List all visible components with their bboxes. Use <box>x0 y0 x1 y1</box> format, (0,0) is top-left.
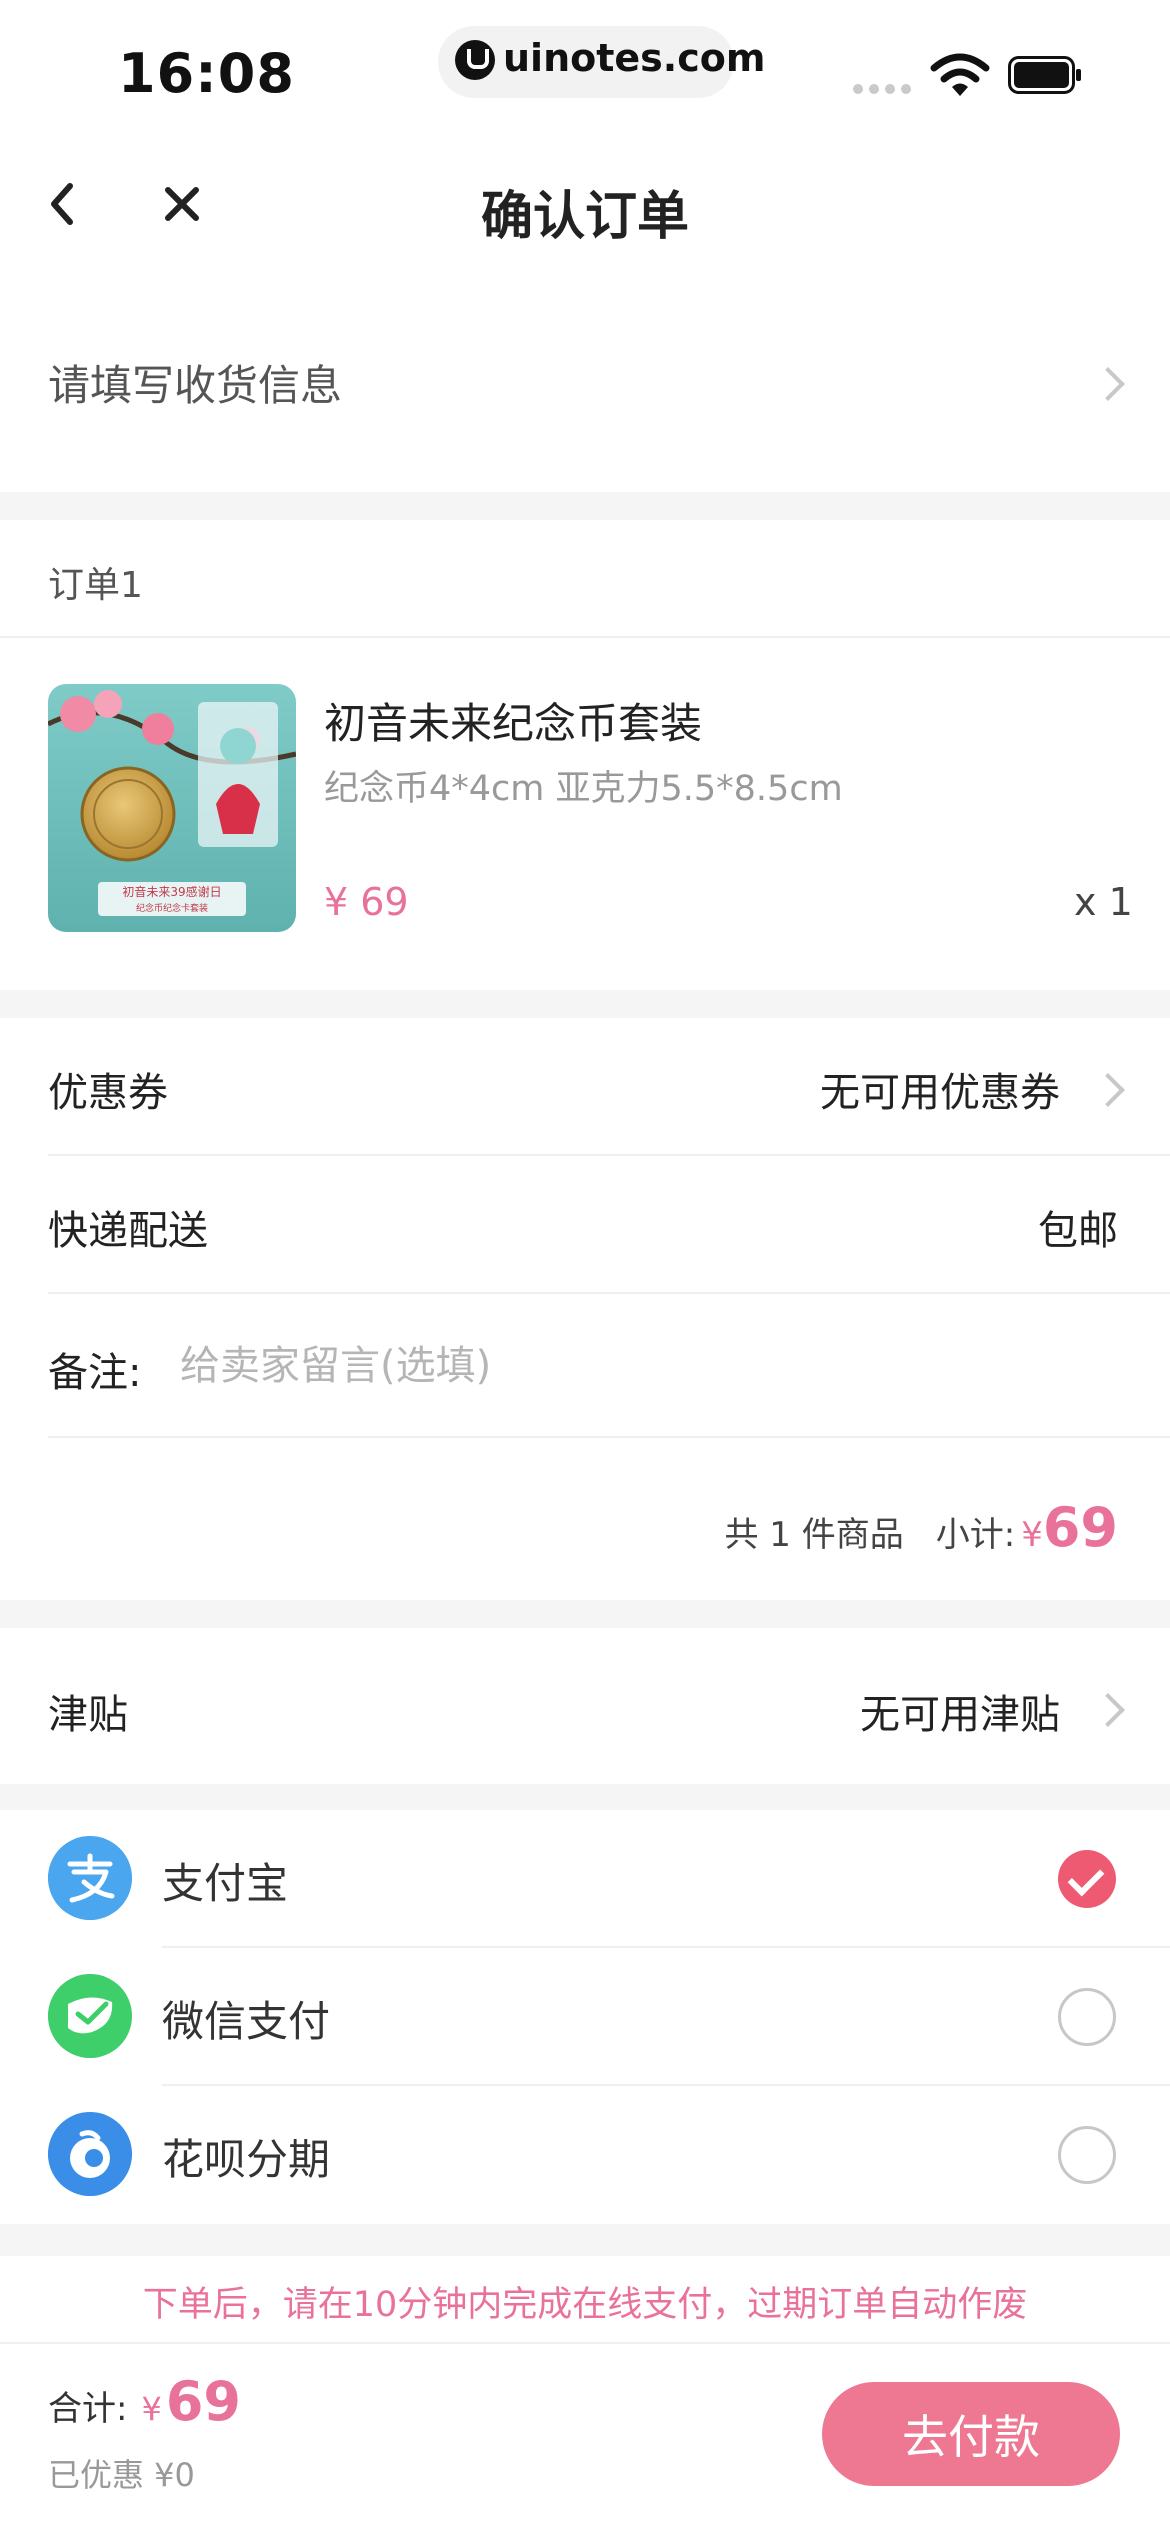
divider <box>48 1436 1170 1438</box>
wifi-icon <box>930 53 990 96</box>
address-placeholder: 请填写收货信息 <box>48 361 343 410</box>
divider <box>162 2084 1170 2086</box>
product-spec: 纪念币4*4cm 亚克力5.5*8.5cm <box>324 769 843 809</box>
alipay-radio[interactable] <box>1058 1850 1116 1908</box>
subtotal-amount: 69 <box>1042 1496 1118 1559</box>
huabei-radio[interactable] <box>1058 2126 1116 2184</box>
shipping-value: 包邮 <box>1038 1208 1118 1254</box>
divider <box>0 636 1170 638</box>
page-title: 确认订单 <box>480 187 689 247</box>
product-quantity: x 1 <box>1074 880 1133 924</box>
discount-text: 已优惠 ¥0 <box>48 2456 195 2494</box>
divider <box>48 1154 1170 1156</box>
remark-label: 备注: <box>48 1350 142 1396</box>
cellular-signal-icon <box>853 84 913 94</box>
wechat-pay-icon <box>48 1974 132 2058</box>
coupon-value[interactable]: 无可用优惠券 <box>820 1060 1060 1118</box>
svg-text:初音未来39感谢日: 初音未来39感谢日 <box>122 884 221 899</box>
subtotal-currency: ¥ <box>1021 1515 1043 1555</box>
payment-notice: 下单后，请在10分钟内完成在线支付，过期订单自动作废 <box>142 2285 1028 2325</box>
product-price: ¥ 69 <box>324 880 409 924</box>
total-label: 合计: <box>48 2389 128 2429</box>
total-currency: ¥ <box>141 2390 162 2428</box>
product-image[interactable]: 初音未来39感谢日 纪念币纪念卡套装 <box>48 684 296 932</box>
wechat-pay-radio[interactable] <box>1058 1988 1116 2046</box>
subsidy-value[interactable]: 无可用津贴 <box>860 1682 1060 1740</box>
shipping-label: 快递配送 <box>48 1208 208 1254</box>
divider <box>48 1292 1170 1294</box>
svg-text:纪念币纪念卡套装: 纪念币纪念卡套装 <box>136 902 208 914</box>
remark-input[interactable] <box>180 1336 1080 1396</box>
battery-icon <box>1008 56 1081 94</box>
order-label: 订单1 <box>48 565 143 606</box>
subsidy-label: 津贴 <box>48 1692 128 1738</box>
alipay-label[interactable]: 支付宝 <box>162 1850 288 1911</box>
url-text: uinotes.com <box>503 36 766 80</box>
wechat-pay-label[interactable]: 微信支付 <box>162 1988 330 2049</box>
huabei-icon <box>48 2112 132 2196</box>
alipay-icon <box>48 1836 132 1920</box>
site-logo-icon <box>455 40 495 80</box>
pay-button[interactable]: 去付款 <box>822 2382 1120 2486</box>
coupon-label[interactable]: 优惠券 <box>48 1060 168 1118</box>
product-name[interactable]: 初音未来纪念币套装 <box>324 690 702 751</box>
order-summary: 共 1 件商品 小计: ¥ 69 <box>724 1496 1118 1559</box>
divider <box>162 1946 1170 1948</box>
subtotal-label: 小计: <box>935 1515 1016 1555</box>
status-time: 16:08 <box>118 42 295 105</box>
huabei-label[interactable]: 花呗分期 <box>162 2126 330 2187</box>
total-amount: 69 <box>165 2370 241 2433</box>
item-count: 共 1 件商品 <box>724 1515 904 1555</box>
total-row: 合计: ¥ 69 <box>48 2370 241 2433</box>
